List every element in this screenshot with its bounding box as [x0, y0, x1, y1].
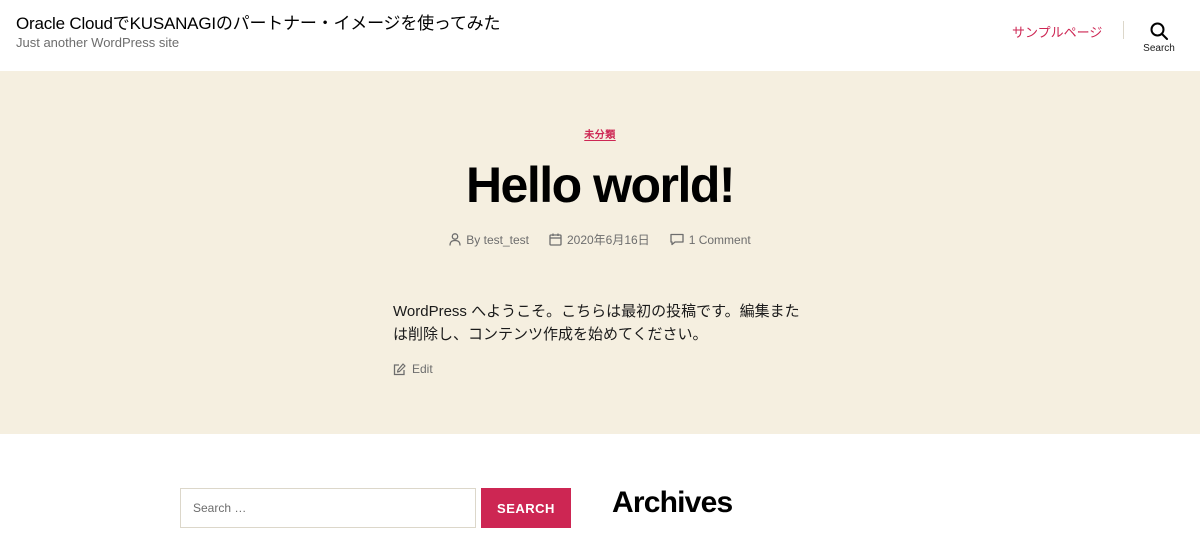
post-date: 2020年6月16日 [549, 231, 650, 248]
comment-icon [670, 233, 684, 246]
comments-link[interactable]: 1 Comment [689, 233, 751, 247]
edit-label: Edit [412, 362, 433, 376]
footer-search-button[interactable]: SEARCH [481, 488, 571, 528]
post-comments: 1 Comment [670, 231, 751, 248]
archives-heading: Archives [612, 486, 733, 519]
user-icon [449, 233, 461, 246]
post-content: WordPress へようこそ。こちらは最初の投稿です。編集または削除し、コンテ… [393, 303, 800, 343]
footer-search-input[interactable] [180, 488, 476, 528]
site-title[interactable]: Oracle CloudでKUSANAGIのパートナー・イメージを使ってみた [16, 9, 500, 34]
post-meta: By test_test 2020年6月16日 1 Comment [0, 231, 1200, 248]
nav-divider [1123, 21, 1124, 39]
nav-item-sample-page[interactable]: サンプルページ [1012, 22, 1102, 41]
calendar-icon [549, 233, 562, 246]
post-category: 未分類 [0, 125, 1200, 143]
post-author: By test_test [449, 231, 529, 248]
category-link[interactable]: 未分類 [584, 130, 616, 141]
post-hero: 未分類 Hello world! By test_test 2020年6月16日… [0, 71, 1200, 434]
edit-post-link[interactable]: Edit [393, 362, 433, 376]
edit-icon [393, 362, 406, 375]
site-header: Oracle CloudでKUSANAGIのパートナー・イメージを使ってみた J… [0, 0, 1200, 71]
site-description: Just another WordPress site [16, 35, 180, 50]
post-title: Hello world! [465, 157, 736, 213]
search-toggle-button[interactable]: Search [1136, 18, 1182, 58]
search-toggle-label: Search [1143, 43, 1175, 54]
author-link[interactable]: By test_test [466, 233, 529, 247]
search-icon [1150, 22, 1168, 40]
date-link[interactable]: 2020年6月16日 [567, 231, 650, 248]
